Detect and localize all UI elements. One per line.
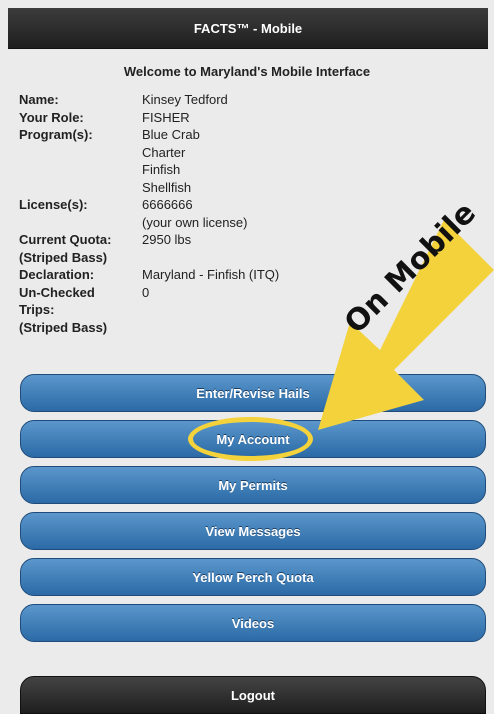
programs-label: Program(s): <box>19 127 93 142</box>
unchecked-label-line: Trips: <box>19 302 55 317</box>
unchecked-label-line: Un-Checked <box>19 284 95 300</box>
quota-value: 2950 lbs <box>142 232 192 247</box>
declaration-value: Maryland - Finfish (ITQ) <box>142 267 280 282</box>
program-item: Finfish <box>142 162 181 177</box>
quota-label-line: Current Quota: <box>19 232 112 247</box>
app-header: FACTS™ - Mobile <box>8 8 488 49</box>
role-value: FISHER <box>142 109 190 125</box>
program-item: Blue Crab <box>142 127 200 142</box>
unchecked-label-line: (Striped Bass) <box>19 319 108 335</box>
license-value: 6666666 (your own license) <box>142 196 362 231</box>
yellow-perch-quota-button[interactable]: Yellow Perch Quota <box>20 558 486 596</box>
my-permits-button[interactable]: My Permits <box>20 466 486 504</box>
quota-label-line: (Striped Bass) <box>19 249 108 265</box>
profile-info: Name: Kinsey Tedford Your Role: FISHER P… <box>19 91 362 336</box>
name-label: Name: <box>19 92 59 107</box>
license-label: License(s): <box>19 197 88 212</box>
license-number: 6666666 <box>142 197 193 212</box>
programs-list: Blue Crab Charter Finfish Shellfish <box>142 126 362 196</box>
unchecked-trips-value: 0 <box>142 284 150 300</box>
license-note: (your own license) <box>142 214 248 230</box>
quota-label: Current Quota: (Striped Bass) <box>19 231 142 266</box>
welcome-message: Welcome to Maryland's Mobile Interface <box>123 64 371 79</box>
app-title: FACTS™ - Mobile <box>193 20 303 36</box>
name-value: Kinsey Tedford <box>142 92 228 107</box>
view-messages-button[interactable]: View Messages <box>20 512 486 550</box>
unchecked-trips-label: Un-Checked Trips: (Striped Bass) <box>19 284 142 337</box>
logout-button[interactable]: Logout <box>20 676 486 714</box>
role-label: Your Role: <box>19 109 84 125</box>
videos-button[interactable]: Videos <box>20 604 486 642</box>
enter-revise-hails-button[interactable]: Enter/Revise Hails <box>20 374 486 412</box>
declaration-label: Declaration: <box>19 267 95 282</box>
program-item: Charter <box>142 144 186 160</box>
my-account-button[interactable]: My Account <box>20 420 486 458</box>
program-item: Shellfish <box>142 179 192 195</box>
